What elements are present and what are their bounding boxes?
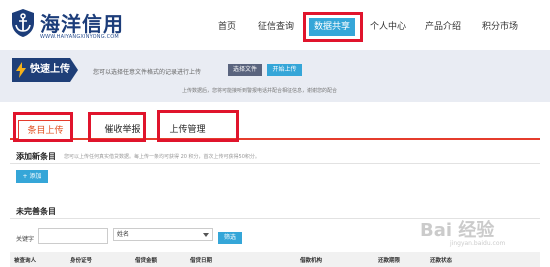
column-header: 借贷金额 (135, 258, 158, 264)
logo-wordmark: 海洋信用 (40, 12, 124, 36)
annotation-highlight-box (88, 112, 146, 142)
upload-note: 上传数据后，您将可能接听到警报电话并配合相征信息，谢谢您的配合 (182, 88, 338, 94)
nav-home[interactable]: 首页 (218, 18, 236, 36)
nav-product-intro[interactable]: 产品介绍 (425, 18, 461, 36)
column-header: 还款期限 (378, 258, 401, 264)
quick-upload-banner: 快速上传 您可以选择任意文件格式的记录进行上传 选择文件 开始上传 上传数据后，… (0, 50, 550, 102)
start-upload-button[interactable]: 开始上传 (267, 64, 302, 76)
column-header: 还款状态 (430, 258, 453, 264)
upload-description: 您可以选择任意文件格式的记录进行上传 (93, 69, 202, 76)
keyword-input[interactable] (38, 228, 108, 244)
chevron-down-icon (203, 233, 209, 237)
add-entry-button[interactable]: + 添加 (16, 170, 48, 183)
anchor-logo-icon (12, 9, 34, 37)
nav-points-market[interactable]: 积分市场 (482, 18, 518, 36)
nav-credit-query[interactable]: 征信查询 (258, 18, 294, 36)
field-select-value: 姓名 (117, 231, 130, 238)
quick-upload-tag: 快速上传 (12, 58, 78, 82)
logo-url: WWW.HAIYANGXINYONG.COM (40, 34, 119, 40)
annotation-highlight-box (303, 12, 363, 42)
section-divider (10, 163, 540, 164)
filter-button[interactable]: 筛选 (218, 232, 242, 244)
quick-upload-title: 快速上传 (30, 64, 70, 75)
annotation-highlight-box (157, 110, 239, 142)
column-header: 被查询人 (14, 258, 37, 264)
site-header: 海洋信用 WWW.HAIYANGXINYONG.COM 首页 征信查询 数据共享… (0, 0, 550, 50)
lightning-icon (16, 62, 26, 78)
entries-table-header: 被查询人 身份证号 借贷金额 借贷日期 借款机构 还款期限 还款状态 (10, 252, 540, 267)
add-entry-title: 添加新条目 (16, 152, 56, 161)
column-header: 借款机构 (300, 258, 323, 264)
nav-personal-center[interactable]: 个人中心 (370, 18, 406, 36)
column-header: 借贷日期 (190, 258, 213, 264)
annotation-highlight-box (13, 112, 73, 142)
incomplete-entries-title: 未完善条目 (16, 207, 56, 216)
column-header: 身份证号 (70, 258, 93, 264)
field-select[interactable]: 姓名 (113, 228, 213, 241)
keyword-label: 关键字 (16, 236, 35, 243)
add-entry-hint: 您可以上传任何真实借贷数据。每上传一条均可获得 20 积分，首次上传可获得50积… (64, 154, 260, 160)
baidu-watermark-url: jingyan.baidu.com (450, 240, 506, 247)
tag-arrow (70, 58, 78, 82)
select-file-button[interactable]: 选择文件 (228, 64, 262, 76)
baidu-watermark: Bai 经验 (420, 220, 495, 241)
